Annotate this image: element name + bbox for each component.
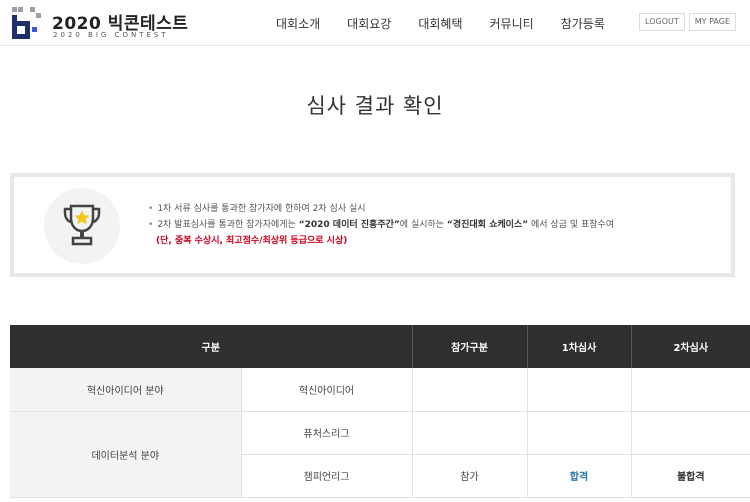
nav-item-guidelines[interactable]: 대회요강 (347, 15, 391, 32)
participation-cell: 참가 (412, 454, 528, 498)
logo-subtitle: 2020 BIG CONTEST (53, 31, 169, 39)
logout-button[interactable]: LOGOUT (639, 13, 685, 31)
notice-line-2: • 2차 발표심사를 통과한 참가자에게는 “2020 데이터 진흥주간”에 실시… (148, 220, 615, 230)
field-cell: 데이터분석 분야 (10, 411, 242, 498)
page-title: 심사 결과 확인 (306, 94, 444, 118)
logo[interactable]: 2020 빅콘테스트 2020 BIG CONTEST (12, 7, 188, 41)
second-review-cell (631, 411, 750, 455)
account-buttons: LOGOUT MY PAGE (635, 13, 736, 31)
trophy-icon (63, 204, 101, 246)
field-cell: 혁신아이디어 분야 (10, 368, 242, 412)
event-name: “2020 데이터 진흥주간” (298, 220, 400, 230)
first-review-cell (527, 411, 632, 455)
logo-mark-icon (12, 7, 41, 39)
participation-cell (412, 368, 528, 412)
table-row: 혁신아이디어 분야 혁신아이디어 (10, 368, 750, 412)
nav-item-register[interactable]: 참가등록 (561, 15, 605, 32)
header-category: 구분 (10, 325, 413, 368)
first-review-result: 합격 (527, 454, 632, 498)
table-header-row: 구분 참가구분 1차심사 2차심사 (10, 325, 750, 368)
notice-text: • 1차 서류 심사를 통과한 참가자에 한하여 2차 심사 실시 • 2차 발표심… (148, 201, 614, 249)
league-cell: 챔피언리그 (241, 454, 413, 498)
header-participation: 참가구분 (412, 325, 528, 368)
header-second-review: 2차심사 (631, 325, 750, 368)
table-row: 데이터분석 분야 퓨처스리그 (10, 411, 750, 498)
showcase-name: “경진대회 쇼케이스” (446, 220, 529, 230)
notice-line-1: • 1차 서류 심사를 통과한 참가자에 한하여 2차 심사 실시 (148, 204, 366, 214)
second-review-cell (631, 368, 750, 412)
results-table: 구분 참가구분 1차심사 2차심사 혁신아이디어 분야 혁신아이디어 데이터분석… (10, 325, 750, 498)
nav-item-benefits[interactable]: 대회혜택 (418, 15, 462, 32)
award-note: (단, 중복 수상시, 최고점수/최상위 등급으로 시상) (156, 236, 348, 246)
second-review-result: 불합격 (631, 454, 750, 498)
notice-line-3: (단, 중복 수상시, 최고점수/최상위 등급으로 시상) (148, 233, 614, 249)
main-nav: 대회소개 대회요강 대회혜택 커뮤니티 참가등록 (276, 0, 632, 46)
participation-cell (412, 411, 528, 455)
trophy-badge (44, 188, 120, 264)
site-header: 2020 빅콘테스트 2020 BIG CONTEST 대회소개 대회요강 대회… (0, 0, 750, 46)
nav-item-community[interactable]: 커뮤니티 (490, 15, 534, 32)
bullet: • (148, 220, 154, 230)
mypage-button[interactable]: MY PAGE (688, 13, 736, 31)
league-cell: 혁신아이디어 (241, 368, 413, 412)
header-first-review: 1차심사 (527, 325, 632, 368)
notice-box: • 1차 서류 심사를 통과한 참가자에 한하여 2차 심사 실시 • 2차 발표심… (10, 173, 735, 277)
nav-item-about[interactable]: 대회소개 (276, 15, 320, 32)
league-cell: 퓨처스리그 (241, 411, 413, 455)
first-review-cell (527, 368, 632, 412)
bullet: • (148, 204, 154, 214)
